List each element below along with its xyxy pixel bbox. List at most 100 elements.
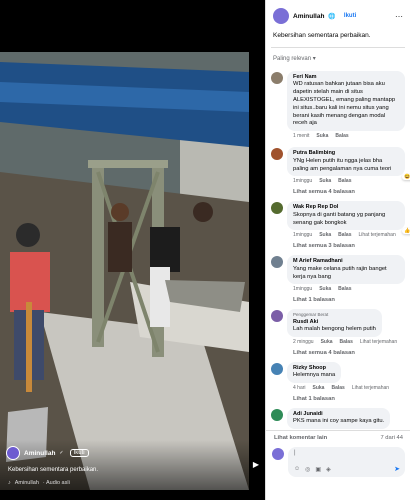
camera-icon[interactable]: ◎ bbox=[305, 466, 310, 473]
commenter-avatar[interactable] bbox=[271, 148, 283, 161]
comment: Feri Nam WD ratusan bahkan jutaan bisa a… bbox=[271, 71, 405, 141]
see-replies-link[interactable]: Lihat semua 4 balasan bbox=[287, 186, 405, 195]
more-options-icon[interactable]: ⋯ bbox=[395, 12, 403, 21]
avatar-sticker-icon[interactable]: ☺ bbox=[294, 466, 300, 473]
video-frame[interactable] bbox=[0, 52, 249, 490]
comment-text: Lah malah bengong helem putih bbox=[293, 325, 376, 332]
comment: Penggemar Berat Rusdi Aki Lah malah beng… bbox=[271, 309, 405, 356]
post-header: Aminullah 🌐 Ikuti ⋯ bbox=[266, 0, 410, 24]
comment-bubble: Adi Junaidi PKS mana ini coy sampe kaya … bbox=[287, 407, 391, 430]
comment-bubble: Rizky Shoop Helemnya mana bbox=[287, 361, 342, 383]
more-comments-link[interactable]: Lihat komentar lain bbox=[274, 435, 327, 441]
commenter-name[interactable]: Rusdi Aki bbox=[293, 319, 376, 326]
like-button[interactable]: Suka bbox=[319, 178, 331, 184]
like-button[interactable]: Suka bbox=[313, 385, 325, 391]
commenter-avatar[interactable] bbox=[271, 72, 283, 84]
commenter-avatar[interactable] bbox=[271, 310, 283, 323]
video-follow-button[interactable]: Ikuti bbox=[69, 449, 89, 457]
see-replies-link[interactable]: Lihat 1 balasan bbox=[287, 294, 405, 303]
video-author[interactable]: Aminullah ✓ Ikuti bbox=[6, 446, 89, 460]
comment-time: 2 minggu bbox=[293, 338, 314, 345]
commenter-name[interactable]: Adi Junaidi bbox=[293, 411, 384, 418]
commenter-avatar[interactable] bbox=[271, 202, 283, 215]
translate-link[interactable]: Lihat terjemahan bbox=[360, 339, 397, 345]
video-audio[interactable]: ♪ Aminullah · Audio asli bbox=[8, 480, 70, 486]
composer-tools: ☺ ◎ ▣ ◈ bbox=[294, 466, 331, 473]
comment-meta: 1minggu Suka Balas Lihat terjemahan bbox=[287, 230, 405, 240]
comment-text: Skopnya di ganti batang yg panjang senan… bbox=[293, 211, 386, 226]
comments-footer: Lihat komentar lain 7 dari 44 bbox=[272, 435, 405, 445]
comment-bubble: M Arief Ramadhani Yang make celana putih… bbox=[287, 255, 405, 285]
post-caption: Kebersihan sementara perbaikan. bbox=[273, 32, 371, 39]
comment-time: 1 menit bbox=[293, 133, 310, 140]
reaction-count[interactable]: 👍1 bbox=[401, 227, 410, 235]
reply-button[interactable]: Balas bbox=[338, 286, 351, 292]
commenter-name[interactable]: M Arief Ramadhani bbox=[293, 258, 399, 265]
globe-icon: 🌐 bbox=[328, 13, 336, 20]
like-button[interactable]: Suka bbox=[319, 232, 331, 238]
video-top-bar bbox=[0, 0, 265, 52]
audio-owner: Aminullah bbox=[14, 480, 39, 486]
comment-time: 1minggu bbox=[293, 178, 313, 185]
see-replies-link[interactable]: Lihat 1 balasan bbox=[287, 393, 405, 402]
comment-list: Feri Nam WD ratusan bahkan jutaan bisa a… bbox=[266, 71, 410, 430]
current-user-avatar bbox=[272, 448, 284, 460]
comment: Wak Rep Rep Dol Skopnya di ganti batang … bbox=[271, 201, 410, 249]
music-icon: ♪ bbox=[8, 480, 11, 486]
send-icon[interactable]: ➤ bbox=[394, 465, 400, 473]
comment-text: Yang make celana putih rajin banget kerj… bbox=[293, 265, 387, 280]
translate-link[interactable]: Lihat terjemahan bbox=[358, 232, 395, 238]
like-button[interactable]: Suka bbox=[321, 339, 333, 345]
commenter-avatar[interactable] bbox=[271, 362, 283, 375]
comment-input[interactable]: | ☺ ◎ ▣ ◈ ➤ bbox=[288, 447, 405, 477]
comment-meta: 1 menit Suka Balas bbox=[287, 131, 405, 141]
comment-text: WD ratusan bahkan jutaan bisa aku dapeti… bbox=[293, 81, 396, 127]
comment: Rizky Shoop Helemnya mana 4 hari Suka Ba… bbox=[271, 361, 405, 402]
comment: M Arief Ramadhani Yang make celana putih… bbox=[271, 255, 405, 303]
comment-bubble: Penggemar Berat Rusdi Aki Lah malah beng… bbox=[287, 309, 382, 337]
comments-panel: Aminullah 🌐 Ikuti ⋯ Kebersihan sementara… bbox=[265, 0, 410, 500]
comment-time: 1minggu bbox=[293, 286, 313, 293]
see-replies-link[interactable]: Lihat semua 3 balasan bbox=[287, 240, 405, 249]
comment-input-cursor: | bbox=[294, 450, 296, 456]
reaction-count[interactable]: 😆3 bbox=[401, 173, 410, 181]
commenter-name[interactable]: Putra Balimbing bbox=[293, 150, 399, 157]
commenter-avatar[interactable] bbox=[271, 408, 283, 421]
comment-text: YNg Helen putih itu ngga jelas bha palin… bbox=[293, 157, 392, 172]
comment: Adi Junaidi PKS mana ini coy sampe kaya … bbox=[271, 407, 405, 430]
video-author-name[interactable]: Aminullah bbox=[24, 450, 55, 457]
see-replies-link[interactable]: Lihat semua 4 balasan bbox=[287, 347, 405, 356]
comment-bubble: Feri Nam WD ratusan bahkan jutaan bisa a… bbox=[287, 71, 405, 132]
sticker-icon[interactable]: ◈ bbox=[326, 466, 331, 473]
follow-button[interactable]: Ikuti bbox=[344, 13, 356, 19]
like-button[interactable]: Suka bbox=[316, 133, 328, 139]
comment-bubble: Wak Rep Rep Dol Skopnya di ganti batang … bbox=[287, 201, 410, 235]
video-panel[interactable]: Aminullah ✓ Ikuti Kebersihan sementara p… bbox=[0, 0, 265, 500]
commenter-name[interactable]: Feri Nam bbox=[293, 74, 399, 81]
post-author-avatar[interactable] bbox=[273, 8, 289, 24]
video-author-avatar[interactable] bbox=[6, 446, 20, 460]
reply-button[interactable]: Balas bbox=[338, 178, 351, 184]
commenter-name[interactable]: Wak Rep Rep Dol bbox=[293, 204, 399, 211]
sort-dropdown[interactable]: Paling relevan ▾ bbox=[266, 48, 410, 65]
reply-button[interactable]: Balas bbox=[335, 133, 348, 139]
like-button[interactable]: Suka bbox=[319, 286, 331, 292]
verified-globe-icon: ✓ bbox=[59, 450, 64, 456]
comment-time: 1minggu bbox=[293, 232, 313, 239]
play-icon[interactable]: ▶ bbox=[253, 460, 259, 469]
reply-button[interactable]: Balas bbox=[338, 232, 351, 238]
reply-button[interactable]: Balas bbox=[340, 339, 353, 345]
comment-meta: 2 minggu Suka Balas Lihat terjemahan bbox=[287, 337, 405, 347]
commenter-avatar[interactable] bbox=[271, 256, 283, 269]
translate-link[interactable]: Lihat terjemahan bbox=[352, 385, 389, 391]
comment-time: 4 hari bbox=[293, 384, 306, 391]
comment-text: Helemnya mana bbox=[293, 372, 336, 379]
commenter-name[interactable]: Rizky Shoop bbox=[293, 365, 335, 372]
comment-text: PKS mana ini coy sampe kaya gitu. bbox=[293, 418, 385, 425]
comment: Putra Balimbing YNg Helen putih itu ngga… bbox=[271, 147, 410, 195]
reply-button[interactable]: Balas bbox=[331, 385, 344, 391]
audio-label: · Audio asli bbox=[42, 480, 70, 486]
comment-bubble: Putra Balimbing YNg Helen putih itu ngga… bbox=[287, 147, 410, 181]
post-author-name[interactable]: Aminullah bbox=[293, 13, 324, 20]
gif-icon[interactable]: ▣ bbox=[315, 466, 321, 473]
